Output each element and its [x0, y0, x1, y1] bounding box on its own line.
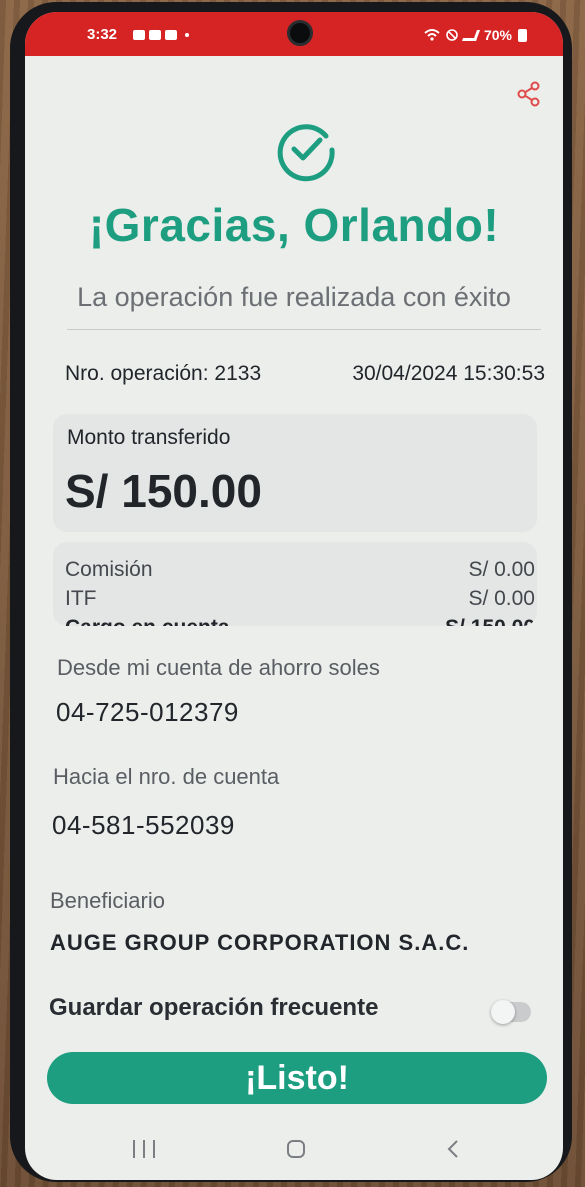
status-right: 70%	[424, 27, 527, 43]
operation-number: Nro. operación: 2133	[65, 362, 262, 385]
battery-percent: 70%	[483, 27, 512, 43]
battery-icon	[518, 28, 527, 42]
front-camera	[287, 20, 313, 46]
operation-datetime: 30/04/2024 15:30:53	[352, 362, 545, 385]
from-account-label: Desde mi cuenta de ahorro soles	[57, 655, 380, 680]
fee-label: Comisión	[65, 558, 153, 581]
success-subtitle: La operación fue realizada con éxito	[77, 282, 511, 312]
video-icon	[149, 30, 161, 40]
fee-row-commission: Comisión S/ 0.00	[65, 558, 535, 582]
status-bar: 3:32 70%	[25, 12, 563, 56]
share-icon[interactable]	[515, 80, 543, 108]
operation-info: Nro. operación: 2133 30/04/2024 15:30:53	[65, 362, 545, 392]
fee-value: S/ 0.00	[468, 587, 535, 610]
recent-apps-icon[interactable]	[133, 1140, 155, 1158]
status-time: 3:32	[87, 26, 118, 43]
do-not-disturb-icon	[446, 29, 458, 41]
amount-label: Monto transferido	[67, 426, 231, 449]
to-account-number: 04-581-552039	[52, 810, 235, 840]
beneficiary-label: Beneficiario	[50, 888, 165, 913]
phone-frame: 3:32 70% ¡Gracias, Orlando! La operación…	[10, 2, 572, 1182]
fees-card: Comisión S/ 0.00 ITF S/ 0.00 Cargo en cu…	[53, 542, 537, 626]
home-icon[interactable]	[287, 1140, 305, 1158]
fee-row-itf: ITF S/ 0.00	[65, 587, 535, 611]
video-icon	[165, 30, 177, 40]
notification-icon	[133, 30, 145, 40]
check-circle-icon	[277, 124, 335, 182]
greeting-title: ¡Gracias, Orlando!	[88, 199, 500, 251]
notification-dot-icon	[185, 33, 189, 37]
frequent-operation-label: Guardar operación frecuente	[49, 994, 379, 1021]
from-account-number: 04-725-012379	[56, 697, 239, 727]
fee-row-charge: Cargo en cuenta S/ 150.00	[65, 616, 535, 626]
beneficiary-name: AUGE GROUP CORPORATION S.A.C.	[50, 930, 470, 952]
fee-label: ITF	[65, 587, 97, 610]
wifi-icon	[424, 29, 440, 41]
toggle-knob	[491, 1000, 515, 1024]
to-account-label: Hacia el nro. de cuenta	[53, 764, 280, 789]
divider	[67, 329, 541, 330]
fee-value: S/ 150.00	[445, 616, 535, 626]
amount-card: Monto transferido S/ 150.00	[53, 414, 537, 532]
frequent-operation-toggle[interactable]	[491, 1000, 531, 1024]
app-screen: 3:32 70% ¡Gracias, Orlando! La operación…	[25, 12, 563, 1180]
fee-value: S/ 0.00	[468, 558, 535, 581]
done-button[interactable]: ¡Listo!	[47, 1052, 547, 1104]
signal-icon	[461, 29, 480, 41]
system-nav-bar	[25, 1120, 563, 1180]
fee-label: Cargo en cuenta	[65, 616, 230, 626]
amount-value: S/ 150.00	[65, 465, 262, 517]
notification-icons	[133, 30, 189, 40]
back-icon[interactable]	[443, 1138, 465, 1160]
